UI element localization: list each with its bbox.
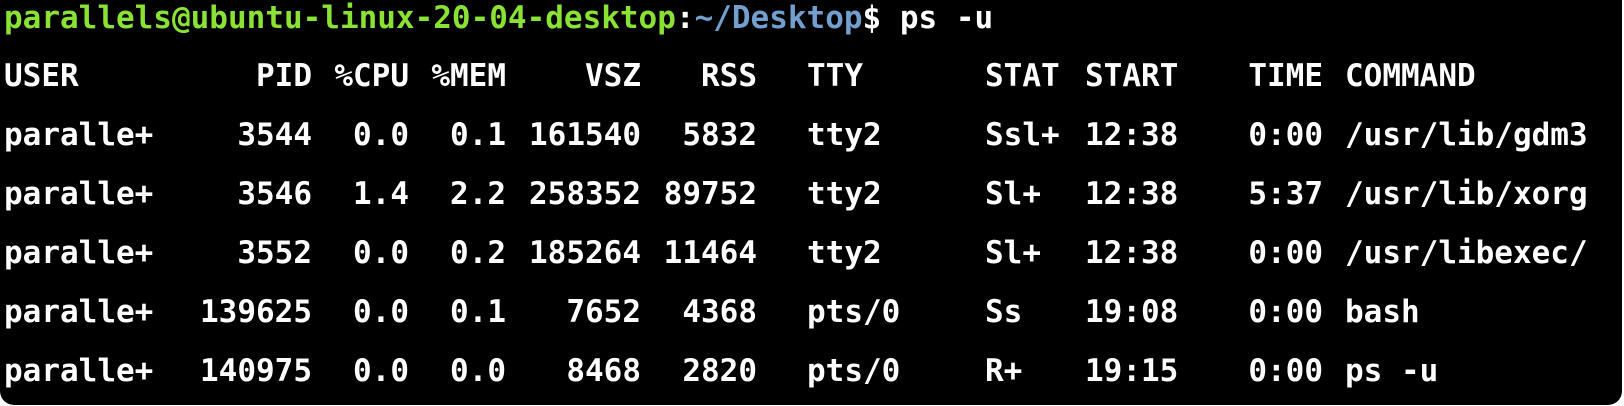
header-start: START xyxy=(1085,58,1179,94)
cell-cpu: 1.4 xyxy=(353,176,409,212)
cell-user: paralle+ xyxy=(4,117,154,153)
process-row: paralle+ 3546 1.4 2.2 258352 89752 tty2 … xyxy=(0,165,1622,224)
header-stat: STAT xyxy=(985,58,1060,94)
cell-user: paralle+ xyxy=(4,176,154,212)
cell-pid: 3544 xyxy=(237,117,312,153)
header-pid: PID xyxy=(256,58,312,94)
cell-command: /usr/lib/gdm3 xyxy=(1345,117,1588,153)
cell-stat: R+ xyxy=(985,353,1023,389)
cell-tty: pts/0 xyxy=(807,353,901,389)
cell-pid: 140975 xyxy=(200,353,312,389)
header-rss: RSS xyxy=(701,58,757,94)
cell-time: 0:00 xyxy=(1248,294,1323,330)
cell-vsz: 185264 xyxy=(529,235,641,271)
header-time: TIME xyxy=(1248,58,1323,94)
cell-time: 0:00 xyxy=(1248,117,1323,153)
cell-user: paralle+ xyxy=(4,235,154,271)
header-vsz: VSZ xyxy=(585,58,641,94)
cell-tty: tty2 xyxy=(807,176,882,212)
cell-mem: 0.2 xyxy=(450,235,506,271)
cell-start: 12:38 xyxy=(1085,117,1179,153)
cell-cpu: 0.0 xyxy=(353,117,409,153)
cell-cpu: 0.0 xyxy=(353,235,409,271)
header-mem: %MEM xyxy=(431,58,506,94)
cell-start: 19:08 xyxy=(1085,294,1179,330)
cell-pid: 3546 xyxy=(237,176,312,212)
cell-rss: 89752 xyxy=(663,176,757,212)
cell-stat: Ss xyxy=(985,294,1023,330)
header-user: USER xyxy=(4,58,79,94)
cell-time: 5:37 xyxy=(1248,176,1323,212)
process-row: paralle+ 3552 0.0 0.2 185264 11464 tty2 … xyxy=(0,224,1622,283)
cell-start: 19:15 xyxy=(1085,353,1179,389)
prompt-user-host: parallels@ubuntu-linux-20-04-desktop xyxy=(4,0,676,36)
process-row: paralle+ 139625 0.0 0.1 7652 4368 pts/0 … xyxy=(0,283,1622,342)
cell-rss: 5832 xyxy=(682,117,757,153)
cell-vsz: 258352 xyxy=(529,176,641,212)
prompt-symbol: $ xyxy=(862,0,882,36)
cell-command: ps -u xyxy=(1345,353,1439,389)
cell-stat: Sl+ xyxy=(985,176,1041,212)
cell-rss: 11464 xyxy=(663,235,757,271)
cell-time: 0:00 xyxy=(1248,235,1323,271)
terminal-window[interactable]: parallels@ubuntu-linux-20-04-desktop:~/D… xyxy=(0,0,1622,405)
cell-time: 0:00 xyxy=(1248,353,1323,389)
cell-command: bash xyxy=(1345,294,1420,330)
header-tty: TTY xyxy=(807,58,863,94)
header-command: COMMAND xyxy=(1345,58,1476,94)
cell-vsz: 7652 xyxy=(566,294,641,330)
cell-mem: 0.0 xyxy=(450,353,506,389)
cell-start: 12:38 xyxy=(1085,176,1179,212)
process-row: paralle+ 140975 0.0 0.0 8468 2820 pts/0 … xyxy=(0,342,1622,401)
cell-stat: Sl+ xyxy=(985,235,1041,271)
cell-stat: Ssl+ xyxy=(985,117,1060,153)
cell-command: /usr/lib/xorg xyxy=(1345,176,1588,212)
prompt-line: parallels@ubuntu-linux-20-04-desktop:~/D… xyxy=(4,0,993,48)
cell-tty: tty2 xyxy=(807,117,882,153)
cell-mem: 0.1 xyxy=(450,117,506,153)
cell-cpu: 0.0 xyxy=(353,353,409,389)
prompt-command: ps -u xyxy=(899,0,994,36)
cell-user: paralle+ xyxy=(4,353,154,389)
cell-vsz: 8468 xyxy=(566,353,641,389)
cell-start: 12:38 xyxy=(1085,235,1179,271)
cell-mem: 0.1 xyxy=(450,294,506,330)
process-row: paralle+ 3544 0.0 0.1 161540 5832 tty2 S… xyxy=(0,106,1622,165)
cell-user: paralle+ xyxy=(4,294,154,330)
cell-cpu: 0.0 xyxy=(353,294,409,330)
cell-rss: 2820 xyxy=(682,353,757,389)
cell-command: /usr/libexec/ xyxy=(1345,235,1588,271)
header-cpu: %CPU xyxy=(334,58,409,94)
cell-mem: 2.2 xyxy=(450,176,506,212)
cell-pid: 3552 xyxy=(237,235,312,271)
cell-rss: 4368 xyxy=(682,294,757,330)
cell-tty: tty2 xyxy=(807,235,882,271)
cell-tty: pts/0 xyxy=(807,294,901,330)
prompt-separator: : xyxy=(675,0,695,36)
prompt-path: ~/Desktop xyxy=(694,0,863,36)
cell-pid: 139625 xyxy=(200,294,312,330)
table-header: USER PID %CPU %MEM VSZ RSS TTY STAT STAR… xyxy=(0,47,1622,106)
cell-vsz: 161540 xyxy=(529,117,641,153)
